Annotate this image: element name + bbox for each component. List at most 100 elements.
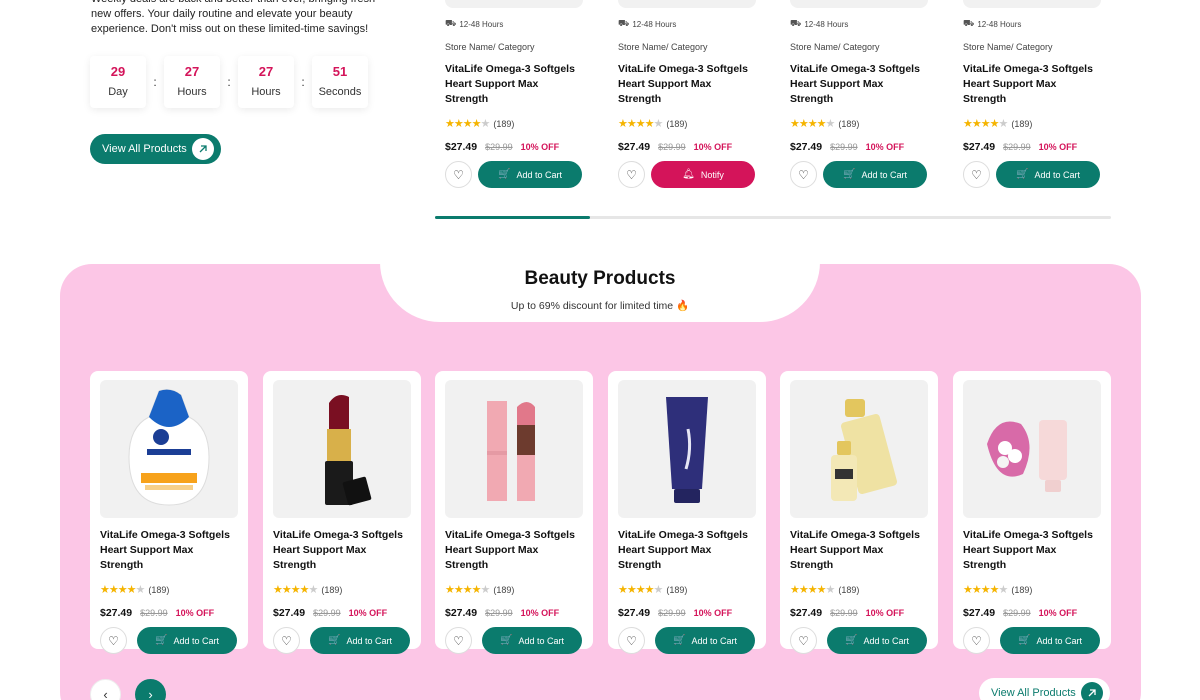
product-image[interactable] <box>618 380 756 518</box>
cart-icon: 🛒 <box>1018 635 1031 646</box>
product-image <box>445 0 583 8</box>
heart-icon[interactable]: ♡ <box>273 627 300 654</box>
product-price: $27.49 $29.99 10% OFF <box>790 141 905 153</box>
shipping-time: ⛟ 12-48 Hours <box>618 18 677 29</box>
countdown-label: Day <box>108 86 128 98</box>
cart-icon: 🛒 <box>1016 169 1029 180</box>
beauty-product-card[interactable]: VitaLife Omega-3 Softgels Heart Support M… <box>608 371 766 654</box>
star-rating-icon: ★★★★★ <box>963 584 1008 596</box>
product-rating: ★★★★★ (189) <box>963 118 1033 130</box>
view-all-products-button[interactable]: View All Products <box>90 134 221 164</box>
beauty-product-card[interactable]: VitaLife Omega-3 Softgels Heart Support M… <box>953 371 1111 654</box>
heart-icon[interactable]: ♡ <box>445 627 472 654</box>
product-rating: ★★★★★ (189) <box>790 118 860 130</box>
star-rating-icon: ★★★★★ <box>790 118 835 130</box>
cart-icon: 🛒 <box>673 635 686 646</box>
add-to-cart-button[interactable]: 🛒 Add to Cart <box>478 161 582 188</box>
product-rating: ★★★★★ (189) <box>618 584 688 596</box>
product-rating: ★★★★★ (189) <box>273 584 343 596</box>
product-name[interactable]: VitaLife Omega-3 Softgels Heart Support M… <box>963 528 1101 573</box>
cotton-balls-and-tube-icon <box>987 420 1067 492</box>
heart-icon[interactable]: ♡ <box>790 161 817 188</box>
heart-icon[interactable]: ♡ <box>618 161 645 188</box>
deal-product-card[interactable]: ⛟ 12-48 Hours Store Name/ Category VitaLi… <box>618 0 756 188</box>
product-image[interactable] <box>963 380 1101 518</box>
add-to-cart-button[interactable]: 🛒 Add to Cart <box>823 161 927 188</box>
countdown-timer: 29 Day : 27 Hours : 27 Hours : 51 Second… <box>90 56 368 108</box>
pink-lipstick-icon <box>487 401 535 501</box>
arrow-up-right-icon <box>192 138 214 160</box>
deals-description: Weekly deals are back and better than ev… <box>91 0 375 35</box>
add-to-cart-button[interactable]: 🛒 Add to Cart <box>996 161 1100 188</box>
heart-icon[interactable]: ♡ <box>963 161 990 188</box>
store-category: Store Name/ Category <box>445 42 535 52</box>
cart-icon: 🛒 <box>843 169 856 180</box>
view-all-label: View All Products <box>991 687 1076 699</box>
beauty-product-card[interactable]: VitaLife Omega-3 Softgels Heart Support M… <box>780 371 938 654</box>
product-rating: ★★★★★ (189) <box>963 584 1033 596</box>
cart-icon: 🛒 <box>328 635 341 646</box>
product-image <box>790 0 928 8</box>
beauty-product-card[interactable]: VitaLife Omega-3 Softgels Heart Support M… <box>435 371 593 654</box>
view-all-label: View All Products <box>102 143 187 155</box>
add-to-cart-button[interactable]: 🛒 Add to Cart <box>482 627 582 654</box>
product-name[interactable]: VitaLife Omega-3 Softgels Heart Support M… <box>618 62 756 107</box>
add-to-cart-button[interactable]: 🛒 Add to Cart <box>827 627 927 654</box>
countdown-value: 27 <box>258 64 274 79</box>
beauty-product-card[interactable]: VitaLife Omega-3 Softgels Heart Support M… <box>263 371 421 654</box>
countdown-value: 29 <box>110 64 126 79</box>
star-rating-icon: ★★★★★ <box>618 584 663 596</box>
star-rating-icon: ★★★★★ <box>790 584 835 596</box>
star-rating-icon: ★★★★★ <box>100 584 145 596</box>
countdown-value: 27 <box>184 64 200 79</box>
add-to-cart-button[interactable]: 🛒 Add to Cart <box>310 627 410 654</box>
add-to-cart-button[interactable]: 🛒 Add to Cart <box>137 627 237 654</box>
deal-product-card[interactable]: ⛟ 12-48 Hours Store Name/ Category VitaLi… <box>963 0 1101 188</box>
cart-icon: 🛒 <box>845 635 858 646</box>
product-rating: ★★★★★ (189) <box>445 584 515 596</box>
star-rating-icon: ★★★★★ <box>445 584 490 596</box>
heart-icon[interactable]: ♡ <box>963 627 990 654</box>
carousel-progress-bar[interactable] <box>435 216 1111 219</box>
notify-button[interactable]: 🔔︎ Notify <box>651 161 755 188</box>
deal-product-card[interactable]: ⛟ 12-48 Hours Store Name/ Category VitaLi… <box>790 0 928 188</box>
countdown-hours: 27 Hours <box>164 56 220 108</box>
product-name[interactable]: VitaLife Omega-3 Softgels Heart Support M… <box>100 528 238 573</box>
beauty-product-card[interactable]: VitaLife Omega-3 Softgels Heart Support M… <box>90 371 248 654</box>
view-all-products-button[interactable]: View All Products <box>979 678 1110 700</box>
countdown-value: 51 <box>332 64 348 79</box>
arrow-up-right-icon <box>1081 682 1103 700</box>
shipping-time: ⛟ 12-48 Hours <box>963 18 1022 29</box>
product-rating: ★★★★★ (189) <box>790 584 860 596</box>
star-rating-icon: ★★★★★ <box>963 118 1008 130</box>
serum-bottles-icon <box>831 399 897 501</box>
product-name[interactable]: VitaLife Omega-3 Softgels Heart Support M… <box>618 528 756 573</box>
red-lipstick-icon <box>325 395 372 506</box>
store-category: Store Name/ Category <box>618 42 708 52</box>
product-price: $27.49 $29.99 10% OFF <box>618 607 733 619</box>
product-image[interactable] <box>790 380 928 518</box>
product-name[interactable]: VitaLife Omega-3 Softgels Heart Support M… <box>445 528 583 573</box>
cart-icon: 🛒 <box>155 635 168 646</box>
heart-icon[interactable]: ♡ <box>100 627 127 654</box>
heart-icon[interactable]: ♡ <box>445 161 472 188</box>
face-wash-bottle-icon <box>128 389 210 506</box>
truck-icon: ⛟ <box>618 18 630 28</box>
product-image[interactable] <box>273 380 411 518</box>
product-name[interactable]: VitaLife Omega-3 Softgels Heart Support M… <box>790 62 928 107</box>
product-image[interactable] <box>100 380 238 518</box>
cart-icon: 🛒 <box>498 169 511 180</box>
product-name[interactable]: VitaLife Omega-3 Softgels Heart Support M… <box>273 528 411 573</box>
product-name[interactable]: VitaLife Omega-3 Softgels Heart Support M… <box>963 62 1101 107</box>
heart-icon[interactable]: ♡ <box>618 627 645 654</box>
product-name[interactable]: VitaLife Omega-3 Softgels Heart Support M… <box>790 528 928 573</box>
add-to-cart-button[interactable]: 🛒 Add to Cart <box>1000 627 1100 654</box>
product-name[interactable]: VitaLife Omega-3 Softgels Heart Support M… <box>445 62 583 107</box>
heart-icon[interactable]: ♡ <box>790 627 817 654</box>
cart-icon: 🛒 <box>500 635 513 646</box>
product-image[interactable] <box>445 380 583 518</box>
cream-tube-icon <box>666 397 708 503</box>
deal-product-card[interactable]: ⛟ 12-48 Hours Store Name/ Category VitaLi… <box>445 0 583 188</box>
countdown-hours-2: 27 Hours <box>238 56 294 108</box>
add-to-cart-button[interactable]: 🛒 Add to Cart <box>655 627 755 654</box>
